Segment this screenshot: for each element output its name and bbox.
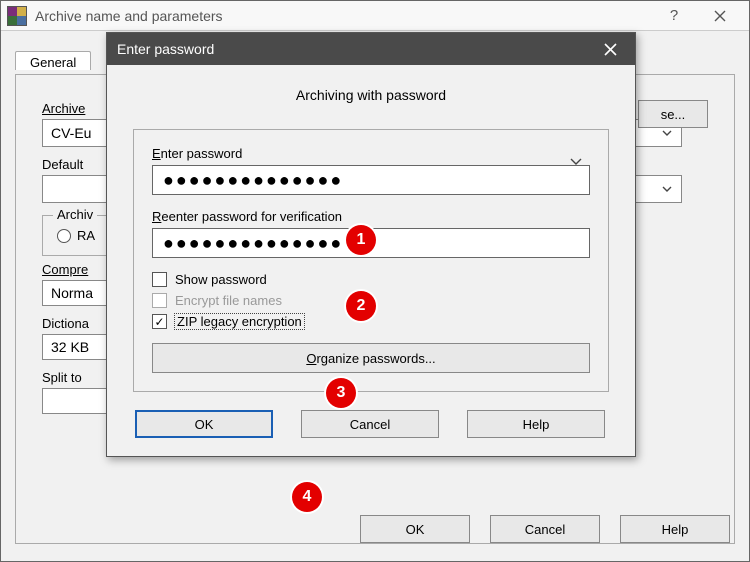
enter-password-input[interactable] [152, 165, 590, 195]
password-history-dropdown[interactable] [566, 151, 586, 171]
parent-titlebar: Archive name and parameters ? [1, 1, 749, 31]
parent-button-row: OK Cancel Help [360, 515, 730, 543]
organize-passwords-button[interactable]: Organize passwords... [152, 343, 590, 373]
archive-format-legend: Archiv [53, 207, 97, 222]
winrar-icon [7, 6, 27, 26]
password-heading: Archiving with password [133, 87, 609, 103]
callout-badge-1: 1 [346, 225, 376, 255]
archive-name-value: CV-Eu [51, 125, 91, 141]
ok-button[interactable]: OK [135, 410, 273, 438]
chevron-down-icon [661, 127, 673, 139]
parent-help-button[interactable]: Help [620, 515, 730, 543]
parent-ok-button[interactable]: OK [360, 515, 470, 543]
cancel-button[interactable]: Cancel [301, 410, 439, 438]
help-icon[interactable]: ? [651, 1, 697, 31]
close-icon[interactable] [595, 33, 625, 65]
password-titlebar: Enter password [107, 33, 635, 65]
callout-badge-3: 3 [326, 378, 356, 408]
checkbox-icon: ✓ [152, 314, 167, 329]
enter-password-row: Enter password [152, 146, 590, 195]
callout-badge-4: 4 [292, 482, 322, 512]
reenter-password-label: Reenter password for verification [152, 209, 590, 224]
password-body: Archiving with password Enter password R… [107, 65, 635, 456]
tab-general[interactable]: General [15, 51, 91, 70]
parent-title: Archive name and parameters [35, 8, 651, 24]
enter-password-label: Enter password [152, 146, 590, 161]
checkbox-icon [152, 272, 167, 287]
password-inner-panel: Enter password Reenter password for veri… [133, 129, 609, 392]
callout-badge-2: 2 [346, 291, 376, 321]
parent-cancel-button[interactable]: Cancel [490, 515, 600, 543]
chevron-down-icon [661, 183, 673, 195]
show-password-checkbox[interactable]: Show password [152, 272, 590, 287]
close-icon[interactable] [697, 1, 743, 31]
radio-icon [57, 229, 71, 243]
browse-button[interactable]: se... [638, 100, 708, 128]
checkbox-icon [152, 293, 167, 308]
password-button-row: OK Cancel Help [133, 410, 609, 438]
password-title: Enter password [117, 41, 214, 57]
tab-strip: General [15, 51, 91, 75]
help-button[interactable]: Help [467, 410, 605, 438]
